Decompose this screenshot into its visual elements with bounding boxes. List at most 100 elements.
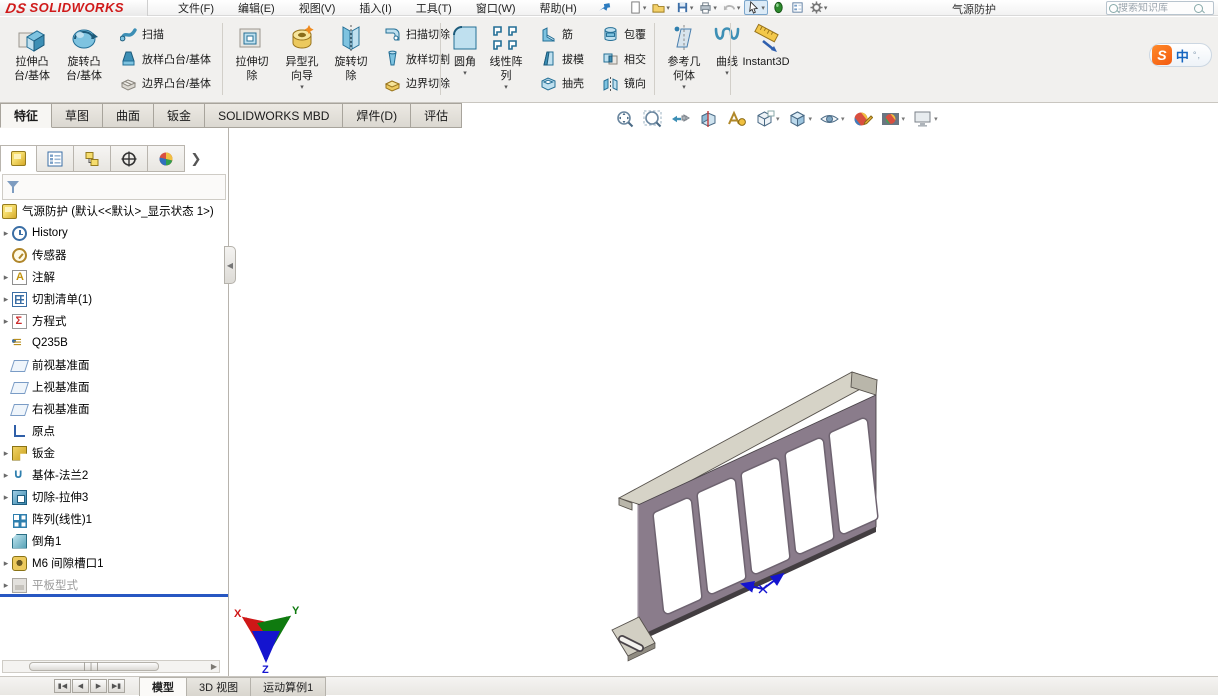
options-gear-button[interactable]: ▾: [808, 0, 830, 15]
previous-tab-button[interactable]: ◀: [72, 679, 89, 693]
tree-horizontal-scrollbar[interactable]: ▏▏▏ ▶: [2, 660, 220, 673]
display-style-button[interactable]: ▾: [785, 108, 815, 130]
lofted-cut-button[interactable]: 放样切割: [380, 49, 454, 69]
pin-menu-icon[interactable]: [596, 0, 615, 17]
menu-file[interactable]: 文件(F): [166, 0, 226, 17]
3d-views-tab[interactable]: 3D 视图: [187, 677, 251, 696]
last-tab-button[interactable]: ▶▮: [108, 679, 125, 693]
tree-filter-bar[interactable]: [2, 174, 226, 200]
tree-item-m6-slot[interactable]: ▸ M6 间隙槽口1: [0, 552, 226, 574]
search-icon[interactable]: [1194, 4, 1203, 13]
expand-arrow-icon[interactable]: ▸: [0, 448, 12, 459]
fillet-button[interactable]: 圆角 ▾: [446, 17, 484, 101]
model-tab[interactable]: 模型: [139, 677, 187, 696]
tree-item-material[interactable]: Q235B: [0, 332, 226, 354]
tree-item-top-plane[interactable]: 上视基准面: [0, 376, 226, 398]
expand-arrow-icon[interactable]: ▸: [0, 580, 12, 591]
section-view-button[interactable]: [696, 108, 721, 130]
tree-item-annotations[interactable]: ▸ 注解: [0, 266, 226, 288]
hole-wizard-button[interactable]: 异型孔 向导 ▾: [276, 17, 328, 101]
menu-window[interactable]: 窗口(W): [464, 0, 528, 17]
panel-collapse-handle[interactable]: ◀: [224, 246, 236, 284]
propertymanager-tab[interactable]: [37, 145, 74, 172]
extrude-cut-button[interactable]: 拉伸切 除: [228, 17, 276, 101]
featuremanager-tab[interactable]: [0, 145, 37, 172]
tree-item-cut-extrude[interactable]: ▸ 切除-拉伸3: [0, 486, 226, 508]
tree-item-history[interactable]: ▸ History: [0, 222, 226, 244]
expand-arrow-icon[interactable]: ▸: [0, 470, 12, 481]
loft-boss-button[interactable]: 放样凸台/基体: [116, 49, 215, 69]
tab-solidworks-mbd[interactable]: SOLIDWORKS MBD: [205, 103, 343, 128]
tree-item-sheet-metal[interactable]: ▸ 钣金: [0, 442, 226, 464]
select-tool-button[interactable]: ▾: [744, 0, 768, 15]
ime-punctuation-icon[interactable]: °,: [1193, 50, 1201, 60]
menu-edit[interactable]: 编辑(E): [226, 0, 287, 17]
intersect-button[interactable]: 相交: [598, 49, 650, 69]
tree-item-right-plane[interactable]: 右视基准面: [0, 398, 226, 420]
first-tab-button[interactable]: ▮◀: [54, 679, 71, 693]
expand-arrow-icon[interactable]: ▸: [0, 228, 12, 239]
search-scope-icon[interactable]: [1109, 4, 1118, 13]
tab-weldments[interactable]: 焊件(D): [343, 103, 411, 128]
tree-item-sensors[interactable]: 传感器: [0, 244, 226, 266]
view-orientation-button[interactable]: ▾: [752, 108, 782, 130]
view-annotations-button[interactable]: [724, 108, 749, 130]
search-input[interactable]: [1118, 3, 1194, 14]
tab-evaluate[interactable]: 评估: [411, 103, 462, 128]
hide-show-items-button[interactable]: ▾: [817, 108, 847, 130]
sheet-metal-part-model[interactable]: [596, 355, 896, 677]
apply-scene-button[interactable]: ▾: [878, 108, 908, 130]
new-file-button[interactable]: ▾: [627, 0, 649, 15]
tab-features[interactable]: 特征: [0, 103, 52, 128]
design-checker-button[interactable]: [770, 0, 787, 15]
swept-cut-button[interactable]: 扫描切除: [380, 24, 454, 44]
tree-item-flat-pattern[interactable]: ▸ 平板型式: [0, 574, 226, 596]
previous-view-button[interactable]: [668, 108, 693, 130]
save-button[interactable]: ▾: [674, 0, 696, 15]
menu-help[interactable]: 帮助(H): [528, 0, 589, 17]
menu-view[interactable]: 视图(V): [287, 0, 348, 17]
mirror-button[interactable]: 镜向: [598, 73, 650, 93]
tab-sheet-metal[interactable]: 钣金: [154, 103, 205, 128]
ime-language-mode[interactable]: 中: [1176, 46, 1189, 65]
boundary-boss-button[interactable]: 边界凸台/基体: [116, 73, 215, 93]
edit-appearance-button[interactable]: [850, 108, 875, 130]
instant3d-button[interactable]: Instant3D: [736, 17, 796, 101]
linear-pattern-button[interactable]: 线性阵 列 ▾: [484, 17, 528, 101]
expand-arrow-icon[interactable]: ▸: [0, 294, 12, 305]
displaymanager-tab[interactable]: [148, 145, 185, 172]
extrude-boss-button[interactable]: 拉伸凸 台/基体: [6, 17, 58, 101]
rollback-bar[interactable]: [0, 594, 228, 597]
expand-arrow-icon[interactable]: ▸: [0, 272, 12, 283]
expand-arrow-icon[interactable]: ▸: [0, 558, 12, 569]
scroll-right-icon[interactable]: ▶: [211, 662, 219, 671]
tab-surfaces[interactable]: 曲面: [103, 103, 154, 128]
tab-sketch[interactable]: 草图: [52, 103, 103, 128]
menu-insert[interactable]: 插入(I): [347, 0, 403, 17]
print-button[interactable]: ▾: [697, 0, 719, 15]
tree-root-part[interactable]: 气源防护 (默认<<默认>_显示状态 1>): [0, 200, 226, 222]
configurationmanager-tab[interactable]: [74, 145, 111, 172]
wrap-button[interactable]: 包覆: [598, 24, 650, 44]
tree-item-base-flange[interactable]: ▸ 基体-法兰2: [0, 464, 226, 486]
undo-button[interactable]: ▾: [721, 0, 743, 15]
tree-item-equations[interactable]: ▸ 方程式: [0, 310, 226, 332]
tree-item-origin[interactable]: 原点: [0, 420, 226, 442]
tree-item-front-plane[interactable]: 前视基准面: [0, 354, 226, 376]
scrollbar-thumb[interactable]: ▏▏▏: [29, 662, 159, 671]
view-settings-button[interactable]: ▾: [910, 108, 940, 130]
tree-item-chamfer[interactable]: 倒角1: [0, 530, 226, 552]
menu-tools[interactable]: 工具(T): [404, 0, 464, 17]
reference-geometry-button[interactable]: 参考几 何体 ▾: [660, 17, 708, 101]
next-tab-button[interactable]: ▶: [90, 679, 107, 693]
revolve-boss-button[interactable]: 旋转凸 台/基体: [58, 17, 110, 101]
dimxpertmanager-tab[interactable]: [111, 145, 148, 172]
tree-item-linear-pattern[interactable]: 阵列(线性)1: [0, 508, 226, 530]
revolve-cut-button[interactable]: 旋转切 除: [328, 17, 374, 101]
motion-study-tab[interactable]: 运动算例1: [251, 677, 326, 696]
expand-arrow-icon[interactable]: ▸: [0, 492, 12, 503]
sweep-button[interactable]: 扫描: [116, 24, 215, 44]
sogou-ime-icon[interactable]: S: [1152, 45, 1172, 65]
zoom-to-area-button[interactable]: [640, 108, 665, 130]
properties-button[interactable]: [789, 0, 806, 15]
